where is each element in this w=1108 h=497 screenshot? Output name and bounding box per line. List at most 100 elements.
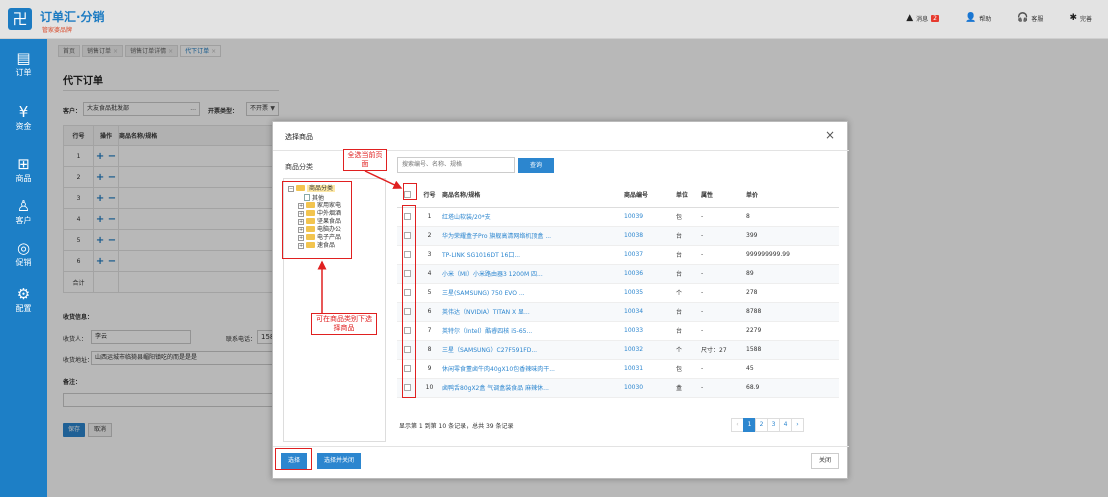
table-row[interactable]: 7 英特尔（Intel）酷睿四核 i5-65... 10033 台 -2279 xyxy=(397,321,839,341)
product-price: 8788 xyxy=(746,302,839,322)
table-row[interactable]: 10 卤鸭舌80gX2盒 气调盒装食品 麻辣休... 10030 盒 -68.9 xyxy=(397,378,839,398)
gift-icon: ⊞ xyxy=(17,155,30,173)
sidebar: ▤ 订单 ¥ 资金 ⊞ 商品 ♙ 客户 ◎ 促销 ⚙ 配置 xyxy=(0,39,47,497)
bell-icon: ▲ xyxy=(906,13,914,23)
product-attr: - xyxy=(701,321,746,341)
messages-link[interactable]: ▲ 消息 2 xyxy=(906,13,939,23)
product-name[interactable]: 休闲零食董卤牛肉40gX10包香辣味肉干... xyxy=(442,359,624,379)
sidebar-item-promotions[interactable]: ◎ 促销 xyxy=(0,239,47,268)
product-table: 行号 商品名称/规格 商品编号 单位 属性 单价 1 红塔山软装/20*支 1003… xyxy=(397,182,839,398)
table-row[interactable]: 2 华为荣耀盒子Pro 旗舰高清网络机顶盒 ... 10038 台 -399 xyxy=(397,226,839,246)
product-name[interactable]: 红塔山软装/20*支 xyxy=(442,207,624,227)
product-code: 10032 xyxy=(624,340,676,360)
next-page-button[interactable]: › xyxy=(791,418,804,432)
product-name[interactable]: 英特尔（Intel）酷睿四核 i5-65... xyxy=(442,321,624,341)
product-name[interactable]: 卤鸭舌80gX2盒 气调盒装食品 麻辣休... xyxy=(442,378,624,398)
close-icon[interactable]: × xyxy=(825,128,835,142)
column-header: 商品编号 xyxy=(624,182,676,208)
product-attr: - xyxy=(701,378,746,398)
product-unit: 包 xyxy=(676,359,701,379)
column-header: 商品名称/规格 xyxy=(442,182,624,208)
product-unit: 盒 xyxy=(676,378,701,398)
row-number: 5 xyxy=(417,283,442,303)
complete-link[interactable]: ✱ 完善 xyxy=(1069,13,1092,23)
top-right-menu: ▲ 消息 2 👤 帮助 🎧 客服 ✱ 完善 xyxy=(906,13,1092,23)
table-row[interactable]: 8 三星（SAMSUNG）C27F591FD... 10032 个尺寸：27 1588 xyxy=(397,340,839,360)
row-number: 8 xyxy=(417,340,442,360)
headset-icon: 🎧 xyxy=(1017,13,1029,23)
product-code: 10039 xyxy=(624,207,676,227)
product-attr: - xyxy=(701,359,746,379)
product-code: 10034 xyxy=(624,302,676,322)
product-price: 1588 xyxy=(746,340,839,360)
product-name[interactable]: 小米（MI）小米路由器3 1200M 四... xyxy=(442,264,624,284)
row-number: 4 xyxy=(417,264,442,284)
product-unit: 台 xyxy=(676,321,701,341)
select-and-close-button[interactable]: 选择并关闭 xyxy=(317,453,361,469)
sidebar-item-settings[interactable]: ⚙ 配置 xyxy=(0,285,47,314)
search-button[interactable]: 查询 xyxy=(518,158,554,173)
product-price: 278 xyxy=(746,283,839,303)
product-name[interactable]: 英伟达（NVIDIA）TITAN X 显... xyxy=(442,302,624,322)
select-product-dialog: 选择商品 × 商品分类 − 商品分类 其他 + 家用家电 + 中外烟酒 + 坚果食品 +… xyxy=(272,121,849,479)
annotation-select-all-note: 全选当前页面 xyxy=(343,149,387,171)
document-icon: ▤ xyxy=(16,49,31,67)
sidebar-item-funds[interactable]: ¥ 资金 xyxy=(0,103,47,132)
product-name[interactable]: TP-LINK SG1016DT 16口... xyxy=(442,245,624,265)
product-attr: - xyxy=(701,207,746,227)
product-attr: - xyxy=(701,245,746,265)
annotation-box-category-tree xyxy=(282,181,352,259)
row-number: 9 xyxy=(417,359,442,379)
product-price: 399 xyxy=(746,226,839,246)
sidebar-item-products[interactable]: ⊞ 商品 xyxy=(0,155,47,184)
help-link[interactable]: 👤 帮助 xyxy=(965,13,991,23)
sidebar-item-customers[interactable]: ♙ 客户 xyxy=(0,197,47,226)
product-attr: - xyxy=(701,226,746,246)
row-number: 3 xyxy=(417,245,442,265)
product-code: 10037 xyxy=(624,245,676,265)
product-price: 2279 xyxy=(746,321,839,341)
product-code: 10038 xyxy=(624,226,676,246)
product-unit: 台 xyxy=(676,264,701,284)
annotation-category-note: 可在商品类别下选择商品 xyxy=(311,313,377,335)
annotation-box-select-button xyxy=(275,448,312,470)
sidebar-item-orders[interactable]: ▤ 订单 xyxy=(0,49,47,78)
settings-icon: ⚙ xyxy=(16,285,31,303)
complete-label: 完善 xyxy=(1079,15,1092,23)
row-number: 1 xyxy=(417,207,442,227)
product-code: 10035 xyxy=(624,283,676,303)
table-row[interactable]: 3 TP-LINK SG1016DT 16口... 10037 台 -999999999… xyxy=(397,245,839,265)
sidebar-item-label: 客户 xyxy=(15,216,32,225)
column-header: 单价 xyxy=(746,182,839,208)
product-price: 45 xyxy=(746,359,839,379)
table-row[interactable]: 6 英伟达（NVIDIA）TITAN X 显... 10034 台 -8788 xyxy=(397,302,839,322)
message-count-badge: 2 xyxy=(931,14,939,22)
product-unit: 台 xyxy=(676,245,701,265)
close-button[interactable]: 关闭 xyxy=(811,453,839,469)
table-row[interactable]: 9 休闲零食董卤牛肉40gX10包香辣味肉干... 10031 包 -45 xyxy=(397,359,839,379)
sidebar-item-label: 资金 xyxy=(15,122,32,131)
app-subtitle: 管家婆品牌 xyxy=(42,27,73,34)
product-unit: 台 xyxy=(676,226,701,246)
divider xyxy=(273,446,849,447)
table-row[interactable]: 5 三星(SAMSUNG) 750 EVO ... 10035 个 -278 xyxy=(397,283,839,303)
table-row[interactable]: 1 红塔山软装/20*支 10039 包 -8 xyxy=(397,207,839,227)
sidebar-item-label: 订单 xyxy=(15,68,32,77)
row-number: 10 xyxy=(417,378,442,398)
service-link[interactable]: 🎧 客服 xyxy=(1017,13,1043,23)
product-price: 8 xyxy=(746,207,839,227)
table-row[interactable]: 4 小米（MI）小米路由器3 1200M 四... 10036 台 -89 xyxy=(397,264,839,284)
product-name[interactable]: 三星（SAMSUNG）C27F591FD... xyxy=(442,340,624,360)
column-header: 属性 xyxy=(701,182,746,208)
messages-label: 消息 xyxy=(916,15,929,23)
product-name[interactable]: 华为荣耀盒子Pro 旗舰高清网络机顶盒 ... xyxy=(442,226,624,246)
product-name[interactable]: 三星(SAMSUNG) 750 EVO ... xyxy=(442,283,624,303)
product-price: 999999999.99 xyxy=(746,245,839,265)
help-label: 帮助 xyxy=(979,15,992,23)
sidebar-item-label: 促销 xyxy=(15,258,32,267)
product-attr: - xyxy=(701,264,746,284)
product-price: 68.9 xyxy=(746,378,839,398)
search-input[interactable] xyxy=(397,157,515,173)
table-header-row: 行号 商品名称/规格 商品编号 单位 属性 单价 xyxy=(397,182,839,208)
product-unit: 包 xyxy=(676,207,701,227)
